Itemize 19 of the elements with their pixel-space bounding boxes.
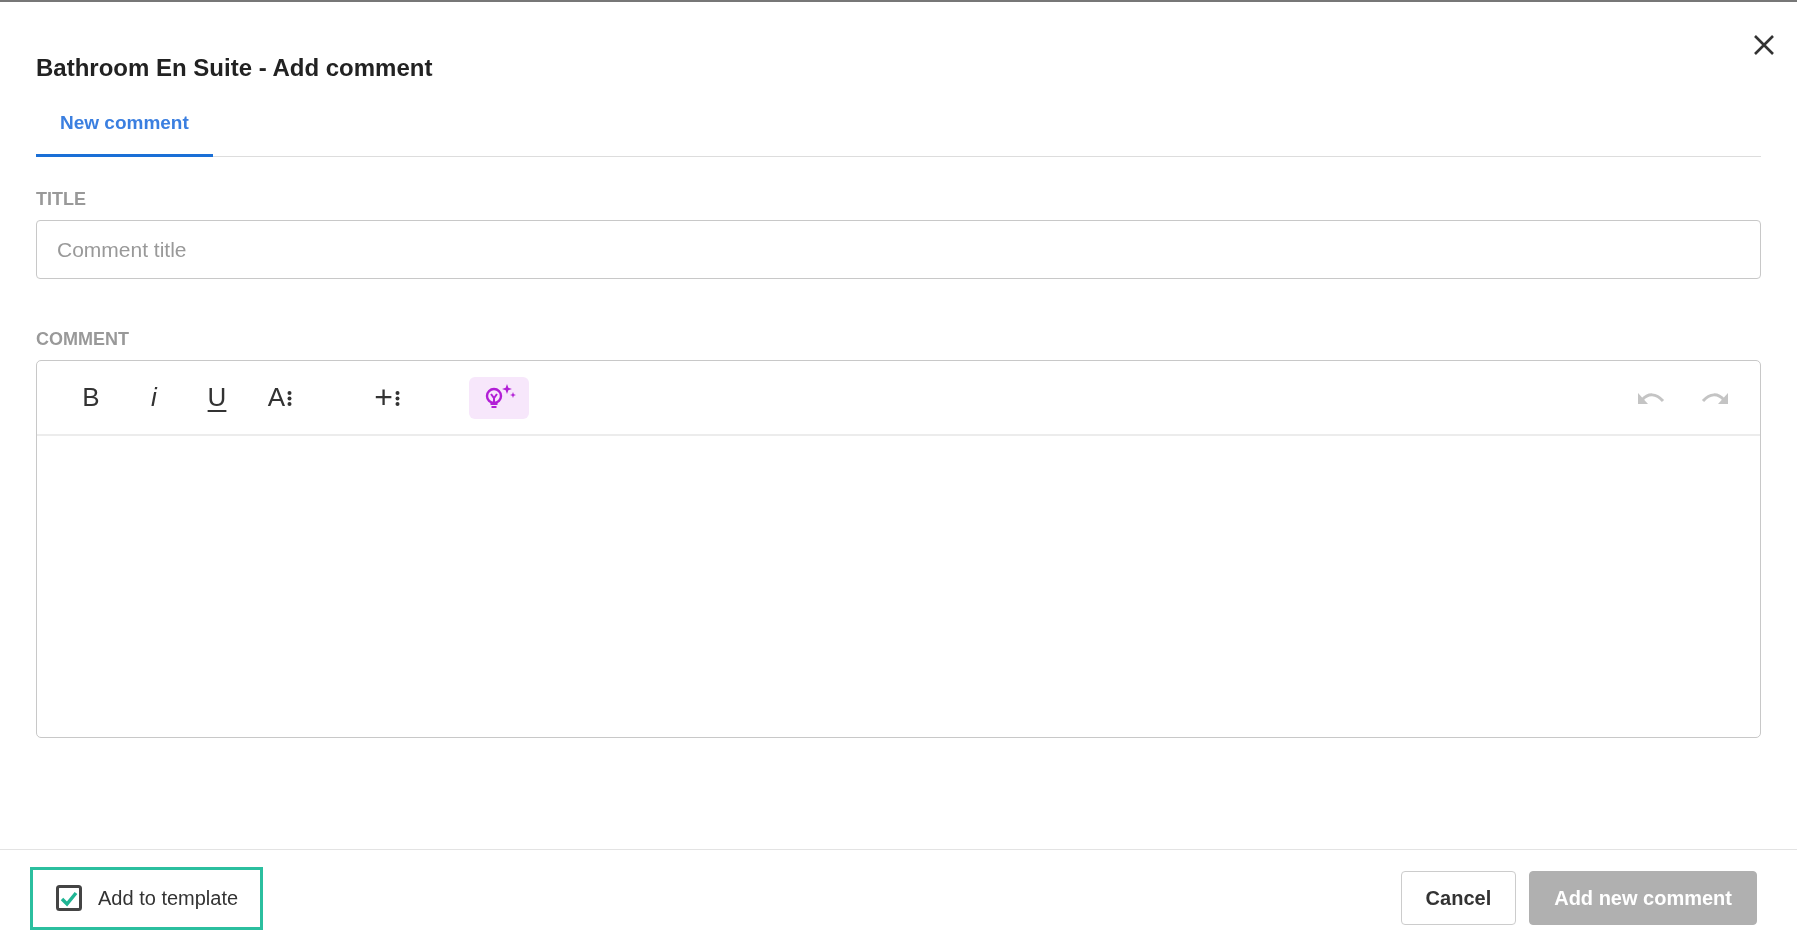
comment-editor[interactable]: B i U A +: [36, 360, 1761, 738]
ai-suggest-button[interactable]: [469, 376, 529, 419]
field-label: COMMENT: [36, 329, 129, 350]
field-label: TITLE: [36, 189, 86, 210]
kebab-icon: [287, 389, 293, 406]
dialog-title: Bathroom En Suite - Add comment: [36, 54, 434, 82]
checkbox-icon[interactable]: [56, 885, 82, 911]
bold-button[interactable]: B: [71, 382, 111, 413]
add-to-template-checkbox[interactable]: Add to template: [30, 866, 264, 930]
cancel-button[interactable]: Cancel: [1400, 871, 1517, 925]
title-input-field[interactable]: Comment title: [36, 220, 1761, 279]
close-icon[interactable]: [1753, 34, 1775, 56]
font-menu-button[interactable]: A: [260, 382, 300, 413]
tab[interactable]: New comment: [36, 92, 213, 157]
insert-menu-button[interactable]: +: [367, 379, 407, 416]
underline-button[interactable]: U: [197, 382, 237, 413]
kebab-icon: [394, 389, 400, 406]
checkbox-label: Add to template: [98, 886, 239, 910]
italic-button[interactable]: i: [134, 382, 174, 413]
